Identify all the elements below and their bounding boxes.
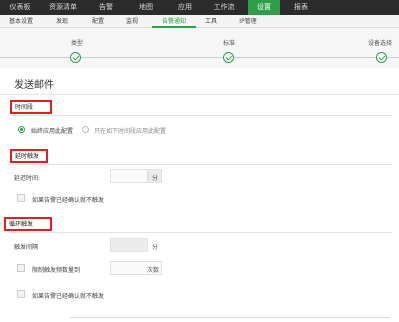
limit-count-checkbox[interactable] <box>17 264 25 272</box>
delay-unit: 分 <box>152 175 159 182</box>
delay-skip-if-ack-checkbox[interactable] <box>17 194 25 202</box>
step-label-device-selection: 设备选择 <box>367 40 392 47</box>
tab-discovery[interactable]: 发现 <box>48 15 76 28</box>
nav-item-workflow[interactable]: 工作流 <box>204 0 244 15</box>
step-check-icon[interactable] <box>223 52 234 63</box>
limit-count-label: 限制触发频数量到 <box>32 267 81 274</box>
radio-always-apply-label: 始终应用此配置 <box>31 128 74 135</box>
nav-item-reports[interactable]: 报表 <box>280 0 322 15</box>
delay-time-label: 延迟时间: <box>14 175 41 182</box>
step-check-icon[interactable] <box>70 52 81 63</box>
radio-always-apply[interactable] <box>18 126 25 133</box>
divider <box>70 317 390 318</box>
section-label-delay-trigger: 延时触发 <box>10 149 48 163</box>
nav-item-dashboard[interactable]: 仪表板 <box>0 0 40 15</box>
section-label-time-period: 时间段 <box>10 100 52 114</box>
tab-alarm-notification[interactable]: 告警通知 <box>152 15 196 28</box>
divider <box>10 232 392 233</box>
tab-basic-settings[interactable]: 基本设置 <box>2 15 40 28</box>
step-check-icon[interactable] <box>376 52 387 63</box>
radio-specific-period[interactable] <box>82 126 89 133</box>
tab-ip-management[interactable]: IP管理 <box>230 15 266 28</box>
divider <box>10 164 392 165</box>
repeat-skip-if-ack-label: 如果告警已经确认就不触发 <box>32 293 105 300</box>
section-label-repeat-trigger: 循环触发 <box>4 217 52 231</box>
tab-configuration[interactable]: 配置 <box>84 15 112 28</box>
wizard-steps: 类型 标准 设备选择 <box>0 28 399 68</box>
step-label-type: 类型 <box>70 40 83 47</box>
radio-specific-period-label: 只在如下时间段应用此配置 <box>94 128 167 135</box>
page-title: 发送邮件 <box>14 80 54 91</box>
nav-item-settings[interactable]: 设置 <box>248 0 280 15</box>
tab-tools[interactable]: 工具 <box>198 15 224 28</box>
divider <box>10 115 392 116</box>
nav-item-alarms[interactable]: 告警 <box>86 0 126 15</box>
delay-skip-if-ack-label: 如果告警已经确认就不触发 <box>32 197 105 204</box>
nav-item-apps[interactable]: 应用 <box>166 0 204 15</box>
divider <box>0 94 399 95</box>
delay-time-input[interactable] <box>110 169 148 183</box>
steps-connector <box>0 57 399 58</box>
step-label-criteria: 标准 <box>222 40 235 47</box>
nav-item-inventory[interactable]: 资源清单 <box>40 0 86 15</box>
sub-nav: 基本设置 发现 配置 监视 告警通知 工具 IP管理 <box>0 15 399 28</box>
nav-item-map[interactable]: 地图 <box>126 0 166 15</box>
interval-unit: 分 <box>152 244 159 251</box>
limit-count-unit: 次数 <box>147 267 160 274</box>
tab-monitoring[interactable]: 监视 <box>118 15 146 28</box>
repeat-skip-if-ack-checkbox[interactable] <box>17 290 25 298</box>
interval-label: 触发间隔 <box>14 244 39 251</box>
top-nav: 仪表板 资源清单 告警 地图 应用 工作流 设置 报表 <box>0 0 399 15</box>
interval-input[interactable] <box>110 238 148 252</box>
